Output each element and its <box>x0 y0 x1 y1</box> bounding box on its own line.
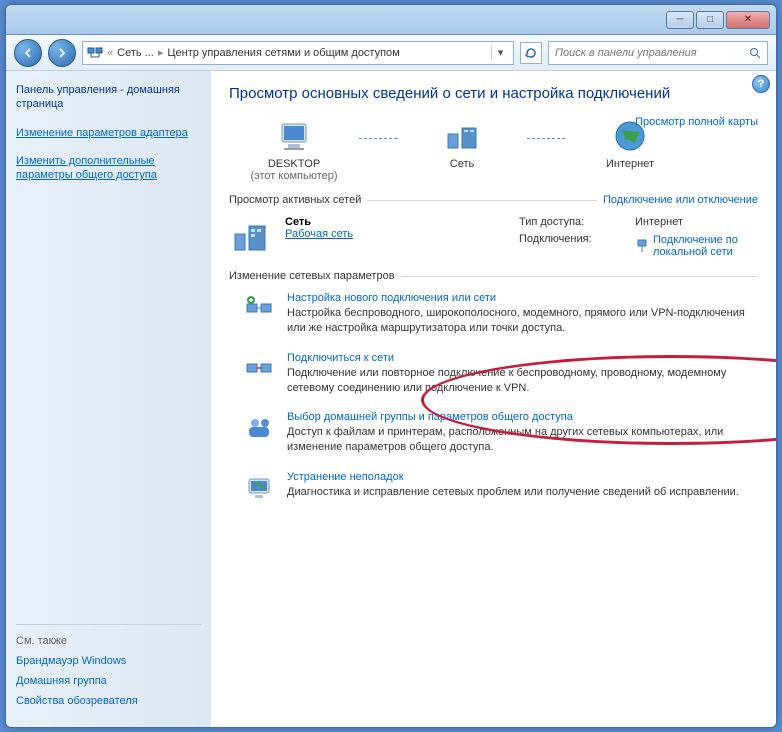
troubleshoot-icon <box>243 471 275 503</box>
network-settings-header: Изменение сетевых параметров <box>229 270 758 282</box>
sidebar-seealso-homegroup[interactable]: Домашняя группа <box>16 675 201 687</box>
task-troubleshoot-desc: Диагностика и исправление сетевых пробле… <box>287 485 739 500</box>
sidebar-link-sharing[interactable]: Изменить дополнительные параметры общего… <box>16 154 201 183</box>
sidebar: Панель управления - домашняя страница Из… <box>6 71 211 727</box>
connection-link[interactable]: Подключение по локальной сети <box>635 233 758 258</box>
help-button[interactable]: ? <box>752 75 770 93</box>
task-connect-desc: Подключение или повторное подключение к … <box>287 366 758 396</box>
sidebar-seealso-ieprops[interactable]: Свойства обозревателя <box>16 695 201 707</box>
active-network-type-link[interactable]: Рабочая сеть <box>285 228 505 240</box>
maximize-button[interactable]: □ <box>696 11 724 29</box>
content: ? Просмотр основных сведений о сети и на… <box>211 71 776 727</box>
connect-icon <box>243 352 275 384</box>
network-settings-title: Изменение сетевых параметров <box>229 270 395 282</box>
task-new-connection-desc: Настройка беспроводного, широкополосного… <box>287 306 758 336</box>
active-network-icon <box>229 216 271 258</box>
connection-name: Подключение по локальной сети <box>653 234 758 258</box>
refresh-button[interactable] <box>520 42 542 64</box>
search-icon <box>749 47 761 59</box>
active-networks-title: Просмотр активных сетей <box>229 194 361 206</box>
back-button[interactable] <box>14 39 42 67</box>
homegroup-icon <box>243 411 275 443</box>
active-networks-header: Просмотр активных сетей Подключение или … <box>229 194 758 206</box>
page-title: Просмотр основных сведений о сети и наст… <box>229 85 758 102</box>
search-box[interactable] <box>548 41 768 65</box>
sidebar-link-adapter[interactable]: Изменение параметров адаптера <box>16 126 201 140</box>
task-troubleshoot: Устранение неполадок Диагностика и испра… <box>229 471 758 503</box>
active-network-row: Сеть Рабочая сеть Тип доступа: Интернет … <box>229 216 758 258</box>
task-connect: Подключиться к сети Подключение или повт… <box>229 352 758 396</box>
network-center-icon <box>87 45 103 61</box>
forward-button[interactable] <box>48 39 76 67</box>
task-connect-link[interactable]: Подключиться к сети <box>287 352 758 364</box>
diagram-desktop-label: DESKTOP <box>229 158 359 170</box>
new-connection-icon <box>243 292 275 324</box>
view-full-map-link[interactable]: Просмотр полной карты <box>635 116 758 128</box>
active-network-details: Тип доступа: Интернет Подключения: Подкл… <box>519 216 758 258</box>
task-new-connection: Настройка нового подключения или сети На… <box>229 292 758 336</box>
window: ─ □ ✕ « Сеть ... ▸ Центр управления сетя… <box>5 4 777 728</box>
address-bar[interactable]: « Сеть ... ▸ Центр управления сетями и о… <box>82 41 514 65</box>
body: Панель управления - домашняя страница Из… <box>6 71 776 727</box>
sidebar-home-link[interactable]: Панель управления - домашняя страница <box>16 83 201 112</box>
diagram-network-label: Сеть <box>397 158 527 170</box>
close-button[interactable]: ✕ <box>726 11 770 29</box>
sidebar-seealso-title: См. также <box>16 624 201 647</box>
diagram-connector2 <box>527 138 565 139</box>
diagram-network: Сеть <box>397 116 527 170</box>
breadcrumb-arrow-icon: ▸ <box>158 46 164 59</box>
diagram-internet-label: Интернет <box>565 158 695 170</box>
computer-icon <box>229 116 359 156</box>
breadcrumb-current[interactable]: Центр управления сетями и общим доступом <box>167 47 399 59</box>
navbar: « Сеть ... ▸ Центр управления сетями и о… <box>6 35 776 71</box>
breadcrumb-sep-icon: « <box>107 47 113 59</box>
active-network-name: Сеть <box>285 216 505 228</box>
task-troubleshoot-link[interactable]: Устранение неполадок <box>287 471 739 483</box>
address-dropdown-button[interactable]: ▾ <box>491 46 509 59</box>
task-homegroup: Выбор домашней группы и параметров общег… <box>229 411 758 455</box>
task-homegroup-link[interactable]: Выбор домашней группы и параметров общег… <box>287 411 758 423</box>
diagram-desktop-sub: (этот компьютер) <box>229 170 359 182</box>
task-homegroup-desc: Доступ к файлам и принтерам, расположенн… <box>287 425 758 455</box>
breadcrumb-root[interactable]: Сеть ... <box>117 47 154 59</box>
minimize-button[interactable]: ─ <box>666 11 694 29</box>
titlebar: ─ □ ✕ <box>6 5 776 35</box>
diagram-desktop: DESKTOP (этот компьютер) <box>229 116 359 182</box>
lan-icon <box>635 239 649 253</box>
network-diagram: DESKTOP (этот компьютер) Сеть Интернет <box>229 116 758 182</box>
connect-disconnect-link[interactable]: Подключение или отключение <box>603 194 758 206</box>
diagram-connector <box>359 138 397 139</box>
network-icon <box>397 116 527 156</box>
search-input[interactable] <box>555 47 749 59</box>
connections-label: Подключения: <box>519 233 629 258</box>
access-type-value: Интернет <box>635 216 758 229</box>
task-new-connection-link[interactable]: Настройка нового подключения или сети <box>287 292 758 304</box>
access-type-label: Тип доступа: <box>519 216 629 229</box>
sidebar-seealso-firewall[interactable]: Брандмауэр Windows <box>16 655 201 667</box>
